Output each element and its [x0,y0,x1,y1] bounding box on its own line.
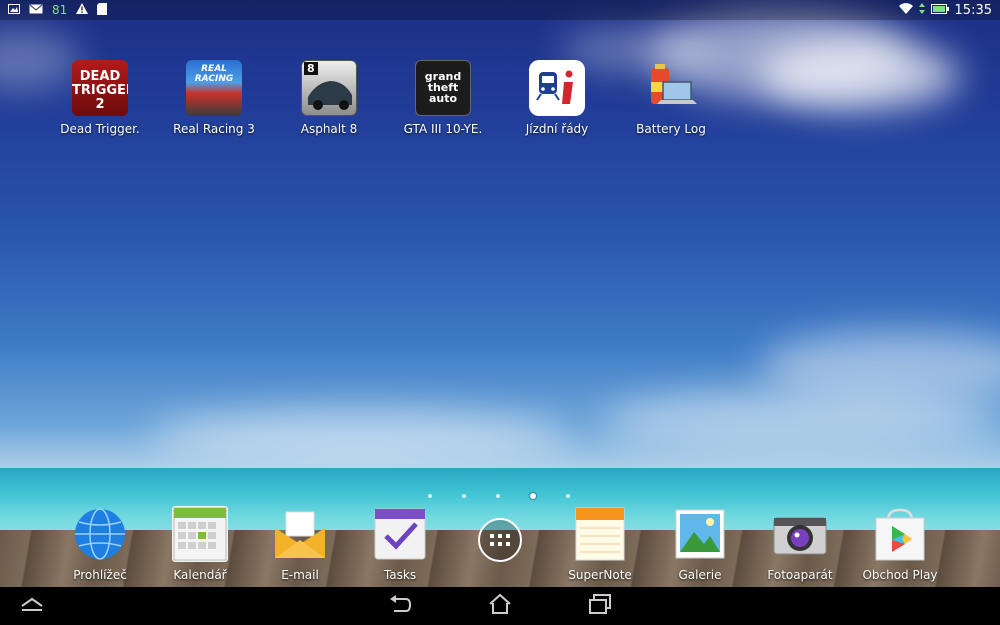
battery-icon [930,3,949,17]
supernote-icon [572,506,628,562]
gallery-icon [672,506,728,562]
app-dead-trigger[interactable]: DEAD TRIGGER 2 Dead Trigger. [50,60,150,136]
page-indicator[interactable] [428,493,570,499]
app-label: E-mail [281,568,319,582]
app-label: Battery Log [636,122,706,136]
browser-globe-icon [72,506,128,562]
data-transfer-icon [918,3,925,17]
home-button[interactable] [482,592,518,620]
page-dot-active[interactable] [530,493,536,499]
app-label: SuperNote [568,568,632,582]
page-dot[interactable] [566,494,570,498]
train-timetable-icon [529,60,585,116]
app-label: Obchod Play [862,568,938,582]
dead-trigger-2-icon: DEAD TRIGGER 2 [72,60,128,116]
home-icon [488,593,512,619]
navigation-bar [0,587,1000,625]
mail-icon [29,3,43,17]
page-dot[interactable] [462,494,466,498]
recent-apps-icon [588,593,612,619]
app-label: Real Racing 3 [173,122,255,136]
dock-app-calendar[interactable]: Kalendář [150,506,250,582]
tasks-checkbox-icon [372,506,428,562]
dock-app-browser[interactable]: Prohlížeč [50,506,150,582]
battery-log-icon [643,60,699,116]
app-label: Prohlížeč [73,568,127,582]
dock-all-apps-button[interactable] [450,506,550,568]
dock-app-tasks[interactable]: Tasks [350,506,450,582]
recent-apps-button[interactable] [582,592,618,620]
play-store-icon [872,506,928,562]
wifi-icon [898,3,913,17]
app-label: Galerie [678,568,722,582]
back-button[interactable] [382,592,418,620]
app-asphalt-8[interactable]: 8 Asphalt 8 [279,60,379,136]
app-real-racing-3[interactable]: REAL RACING Real Racing 3 [164,60,264,136]
app-battery-log[interactable]: Battery Log [621,60,721,136]
gta-3-icon: grand theft auto [415,60,471,116]
camera-icon [772,506,828,562]
app-label: GTA III 10-YE. [403,122,483,136]
app-label: Asphalt 8 [300,122,358,136]
dock-app-camera[interactable]: Fotoaparát [750,506,850,582]
sd-card-icon [97,2,108,18]
dock-app-email[interactable]: E-mail [250,506,350,582]
app-label: Dead Trigger. [60,122,140,136]
status-bar[interactable]: 81 15:35 [0,0,1000,20]
calendar-icon [172,506,228,562]
all-apps-icon [472,506,528,562]
asphalt-8-icon: 8 [301,60,357,116]
battery-level-notification: 81 [52,3,68,17]
app-label: Jízdní řády [525,122,589,136]
warning-icon [76,3,89,17]
app-label: Fotoaparát [767,568,833,582]
app-label: Kalendář [173,568,227,582]
dock-app-gallery[interactable]: Galerie [650,506,750,582]
app-gta-3[interactable]: grand theft auto GTA III 10-YE. [393,60,493,136]
app-jizdni-rady[interactable]: Jízdní řády [507,60,607,136]
page-dot[interactable] [428,494,432,498]
email-envelope-icon [272,506,328,562]
image-notification-icon [8,3,20,17]
dock-app-play-store[interactable]: Obchod Play [850,506,950,582]
menu-up-icon [20,596,44,616]
back-icon [388,593,412,619]
menu-up-button[interactable] [14,592,50,620]
dock-app-supernote[interactable]: SuperNote [550,506,650,582]
clock[interactable]: 15:35 [955,3,992,18]
page-dot[interactable] [496,494,500,498]
real-racing-3-icon: REAL RACING [186,60,242,116]
app-label: Tasks [383,568,417,582]
